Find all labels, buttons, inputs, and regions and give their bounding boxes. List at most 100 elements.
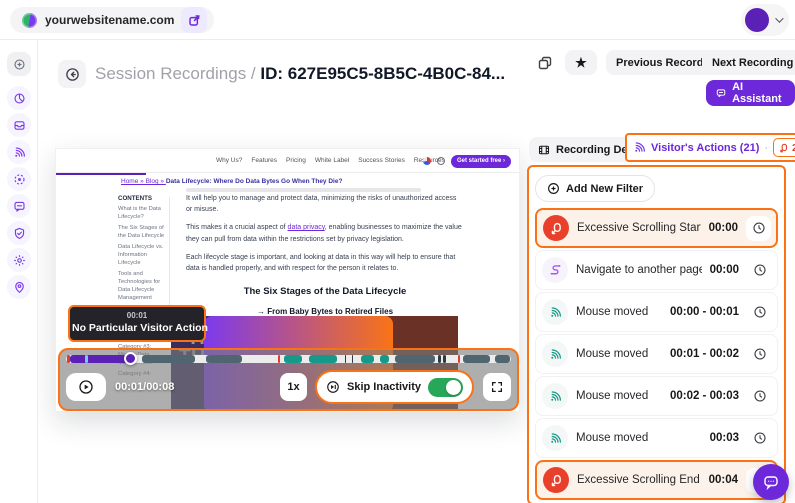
chevron-down-icon [775,14,783,22]
clipped-text-line [186,188,421,192]
ai-assistant-button[interactable]: AI Assistant [706,80,795,106]
action-type-icon [543,467,569,493]
page-title: Session Recordings / ID: 627E95C5-8B5C-4… [95,64,505,84]
toc-item: The Six Stages of the Data Lifecycle [118,225,166,241]
replay-cta-button: Get started free › [451,155,511,168]
open-website-button[interactable] [181,7,207,33]
timeline-tooltip: 00:01 No Particular Visitor Action [68,305,206,342]
playhead-handle[interactable] [124,352,137,365]
security-shield-icon[interactable] [7,221,31,245]
toc-item: Tools and Technologies for Data Lifecycl… [118,271,166,302]
fullscreen-icon [490,380,504,394]
back-button[interactable] [58,60,86,88]
clock-icon[interactable] [747,384,772,409]
mouse-moved-icon [549,432,562,445]
clock-icon[interactable] [746,216,771,241]
player-timeline[interactable] [66,355,511,363]
website-name: yourwebsitename.com [45,13,174,27]
excessive-scrolling-icon [550,222,563,235]
replay-nav-link: Features [251,157,277,164]
feedback-chat-icon[interactable] [7,194,31,218]
clock-icon[interactable] [747,342,772,367]
action-row[interactable]: Navigate to another page 00:00 [535,250,778,290]
replay-viewport: Why Us?FeaturesPricingWhite LabelSuccess… [55,148,520,412]
action-time: 00:02 - 00:03 [670,390,739,402]
user-menu[interactable] [741,4,789,36]
action-row[interactable]: Mouse moved 00:00 - 00:01 [535,292,778,332]
toc-item: Data Lifecycle vs. Information Lifecycle [118,244,166,267]
external-link-icon [188,14,201,27]
mouse-moved-icon [549,390,562,403]
action-time: 00:00 [710,264,739,276]
heatmap-target-icon[interactable] [7,167,31,191]
visitor-location-icon[interactable] [7,275,31,299]
expand-sidebar-icon[interactable] [7,52,31,76]
player-controls-bar: 00:01/00:08 1x Skip Inactivity [58,348,519,411]
skip-inactivity-control[interactable]: Skip Inactivity [315,370,474,404]
chat-icon [716,87,726,99]
replay-nav-link: Why Us? [216,157,242,164]
toc-item: What is the Data Lifecycle? [118,206,166,222]
session-recording-app: yourwebsitename.com [0,0,795,503]
recordings-waves-icon[interactable] [7,140,31,164]
mouse-moved-icon [549,306,562,319]
clock-icon[interactable] [747,426,772,451]
live-chat-fab[interactable] [753,464,789,500]
clock-icon[interactable] [747,300,772,325]
action-label: Excessive Scrolling End [577,474,701,486]
action-type-icon [542,299,568,325]
action-label: Mouse moved [576,306,662,318]
action-type-icon [542,425,568,451]
next-recording-button[interactable]: Next Recording [702,50,795,75]
playback-speed-button[interactable]: 1x [280,373,307,401]
topbar: yourwebsitename.com [0,0,795,40]
settings-gear-icon[interactable] [7,248,31,272]
replay-nav-link: Pricing [286,157,306,164]
language-icon [423,157,431,165]
playback-time: 00:01/00:08 [115,381,174,393]
action-row[interactable]: Excessive Scrolling Start 00:00 [535,208,778,248]
action-label: Navigate to another page [576,264,702,276]
skip-inactivity-toggle[interactable] [428,378,463,397]
tooltip-label: No Particular Visitor Action [72,322,202,334]
tab-visitors-actions[interactable]: Visitor's Actions (21) · 2 [625,133,795,162]
replay-nav-link: White Label [315,157,349,164]
recording-id: ID: 627E95C5-8B5C-4B0C-84... [260,64,505,83]
back-arrow-icon [65,67,80,82]
mouse-moved-icon [549,348,562,361]
action-time: 00:00 - 00:01 [670,306,739,318]
visitors-actions-panel: Add New Filter Excessive Scrolling Start… [527,165,786,503]
action-row[interactable]: Mouse moved 00:01 - 00:02 [535,334,778,374]
data-privacy-link: data privacy [288,224,325,231]
actions-list: Excessive Scrolling Start 00:00 Navigate… [535,208,778,500]
action-label: Mouse moved [576,432,702,444]
plus-circle-icon [547,182,560,195]
visitor-actions-icon [633,141,646,154]
sidebar [0,40,38,503]
tooltip-time: 00:01 [72,311,202,320]
reading-progress-bar [56,173,146,175]
action-time: 00:01 - 00:02 [670,348,739,360]
copy-id-button[interactable] [537,55,553,71]
globe-icon [437,157,445,165]
fullscreen-button[interactable] [483,373,511,401]
dashboard-pie-icon[interactable] [7,86,31,110]
action-row[interactable]: Excessive Scrolling End 00:04 [535,460,778,500]
play-icon [78,379,94,395]
favorite-button[interactable]: ★ [565,50,597,75]
action-time: 00:04 [709,474,738,486]
clock-icon[interactable] [747,258,772,283]
action-row[interactable]: Mouse moved 00:02 - 00:03 [535,376,778,416]
excessive-scrolling-badge[interactable]: 2 [773,138,795,157]
action-type-icon [542,383,568,409]
action-row[interactable]: Mouse moved 00:03 [535,418,778,458]
add-new-filter-button[interactable]: Add New Filter [535,175,655,202]
inbox-icon[interactable] [7,113,31,137]
replay-nav-actions: Get started free › [423,149,511,173]
play-button[interactable] [66,373,106,401]
replay-article-body: It will help you to manage and protect d… [186,193,464,319]
action-label: Mouse moved [576,390,662,402]
replay-breadcrumb: Home » Blog » Data Lifecycle: Where Do D… [121,178,342,185]
action-type-icon [542,341,568,367]
action-type-icon [542,257,568,283]
